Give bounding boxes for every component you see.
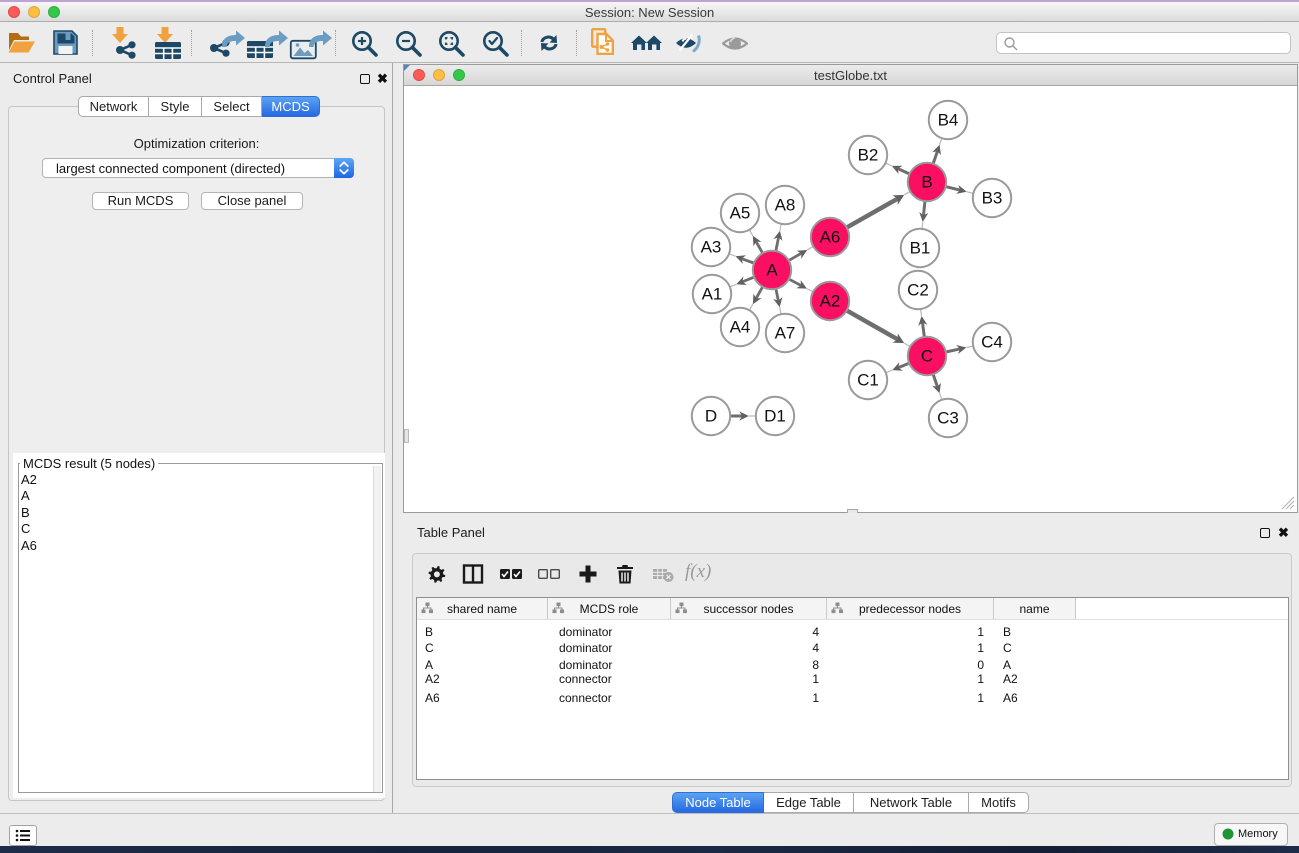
svg-text:C2: C2 bbox=[907, 281, 929, 300]
svg-text:C4: C4 bbox=[981, 333, 1003, 352]
svg-text:B: B bbox=[921, 173, 932, 192]
svg-text:B4: B4 bbox=[938, 111, 959, 130]
svg-text:C1: C1 bbox=[857, 371, 879, 390]
svg-text:B1: B1 bbox=[910, 239, 931, 258]
svg-text:A: A bbox=[766, 261, 778, 280]
svg-text:A8: A8 bbox=[775, 196, 796, 215]
svg-text:A2: A2 bbox=[820, 292, 841, 311]
svg-text:D: D bbox=[705, 407, 717, 426]
svg-text:C3: C3 bbox=[937, 409, 959, 428]
svg-text:B2: B2 bbox=[858, 146, 879, 165]
svg-text:A7: A7 bbox=[775, 324, 796, 343]
svg-text:D1: D1 bbox=[764, 407, 786, 426]
svg-text:A6: A6 bbox=[820, 228, 841, 247]
svg-text:B3: B3 bbox=[982, 189, 1003, 208]
svg-text:A3: A3 bbox=[701, 238, 722, 257]
svg-text:A5: A5 bbox=[730, 204, 751, 223]
svg-text:A1: A1 bbox=[702, 285, 723, 304]
svg-text:A4: A4 bbox=[730, 318, 751, 337]
svg-text:C: C bbox=[921, 347, 933, 366]
